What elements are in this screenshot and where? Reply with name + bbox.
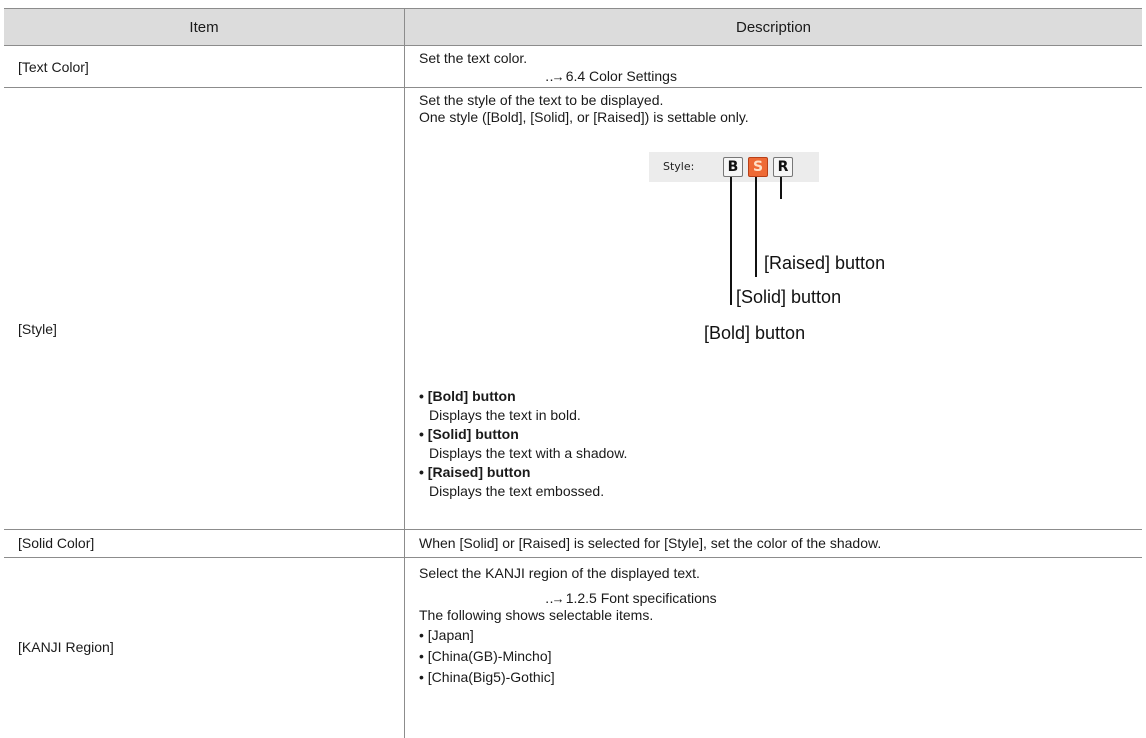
column-divider — [404, 8, 405, 738]
bold-leader-line — [730, 177, 732, 305]
bold-bullet-title: • [Bold] button — [419, 388, 516, 404]
item-solid-color: [Solid Color] — [18, 535, 95, 551]
kanji-option: • [China(GB)-Mincho] — [419, 648, 552, 664]
bold-button-callout: [Bold] button — [704, 323, 806, 343]
table-row-kanji-region: [KANJI Region] Select the KANJI region o… — [4, 557, 1142, 738]
item-cell: [Solid Color] — [4, 529, 404, 557]
kanji-description: Select the KANJI region of the displayed… — [419, 565, 700, 581]
bold-style-button: B — [723, 157, 743, 177]
color-settings-ref: 6.4 Color Settings — [565, 68, 677, 84]
solid-color-description: When [Solid] or [Raised] is selected for… — [419, 535, 882, 551]
kanji-description-2: The following shows selectable items. — [419, 607, 654, 623]
item-cell: [KANJI Region] — [4, 557, 404, 738]
kanji-option: • [China(Big5)-Gothic] — [419, 669, 555, 685]
raised-bullet-title: • [Raised] button — [419, 464, 531, 480]
bold-bullet-text: Displays the text in bold. — [429, 407, 581, 423]
item-text-color: [Text Color] — [18, 59, 89, 75]
raised-bullet-text: Displays the text embossed. — [429, 483, 605, 499]
style-description-2: One style ([Bold], [Solid], or [Raised])… — [419, 109, 749, 125]
raised-leader-line — [780, 177, 782, 199]
header-item: Item — [189, 19, 219, 36]
item-cell: [Text Color] — [4, 46, 404, 87]
header-description: Description — [735, 19, 812, 36]
solid-bullet-title: • [Solid] button — [419, 426, 519, 442]
solid-bullet-text: Displays the text with a shadow. — [429, 445, 628, 461]
color-settings-link[interactable]: ‥→ 6.4 Color Settings — [545, 68, 677, 85]
item-cell: [Style] — [4, 87, 404, 529]
description-cell: Select the KANJI region of the displayed… — [405, 557, 1142, 738]
style-toolbar-image: Style: B S R — [649, 152, 819, 182]
reference-arrow-icon: ‥→ — [545, 591, 565, 606]
item-style: [Style] — [18, 321, 57, 337]
table-row-text-color: [Text Color] Set the text color. ‥→ 6.4 C… — [4, 46, 1142, 88]
description-cell: When [Solid] or [Raised] is selected for… — [405, 529, 1142, 557]
table-row-style: [Style] Set the style of the text to be … — [4, 87, 1142, 530]
description-cell: Set the text color. ‥→ 6.4 Color Settings — [405, 46, 1142, 87]
table-row-solid-color: [Solid Color] When [Solid] or [Raised] i… — [4, 529, 1142, 558]
solid-button-callout: [Solid] button — [736, 287, 842, 307]
font-specifications-link[interactable]: ‥→ 1.2.5 Font specifications — [545, 590, 717, 607]
style-label: Style: — [663, 160, 695, 173]
reference-arrow-icon: ‥→ — [545, 69, 565, 84]
solid-style-button: S — [748, 157, 768, 177]
text-color-description: Set the text color. — [419, 50, 528, 66]
description-cell: Set the style of the text to be displaye… — [405, 87, 1142, 529]
raised-button-callout: [Raised] button — [764, 253, 886, 273]
solid-leader-line — [755, 177, 757, 277]
raised-style-button: R — [773, 157, 793, 177]
style-description-1: Set the style of the text to be displaye… — [419, 92, 664, 108]
kanji-option: • [Japan] — [419, 627, 474, 643]
item-kanji-region: [KANJI Region] — [18, 639, 114, 655]
table-header: Item Description — [4, 8, 1142, 46]
font-specifications-ref: 1.2.5 Font specifications — [565, 590, 717, 606]
